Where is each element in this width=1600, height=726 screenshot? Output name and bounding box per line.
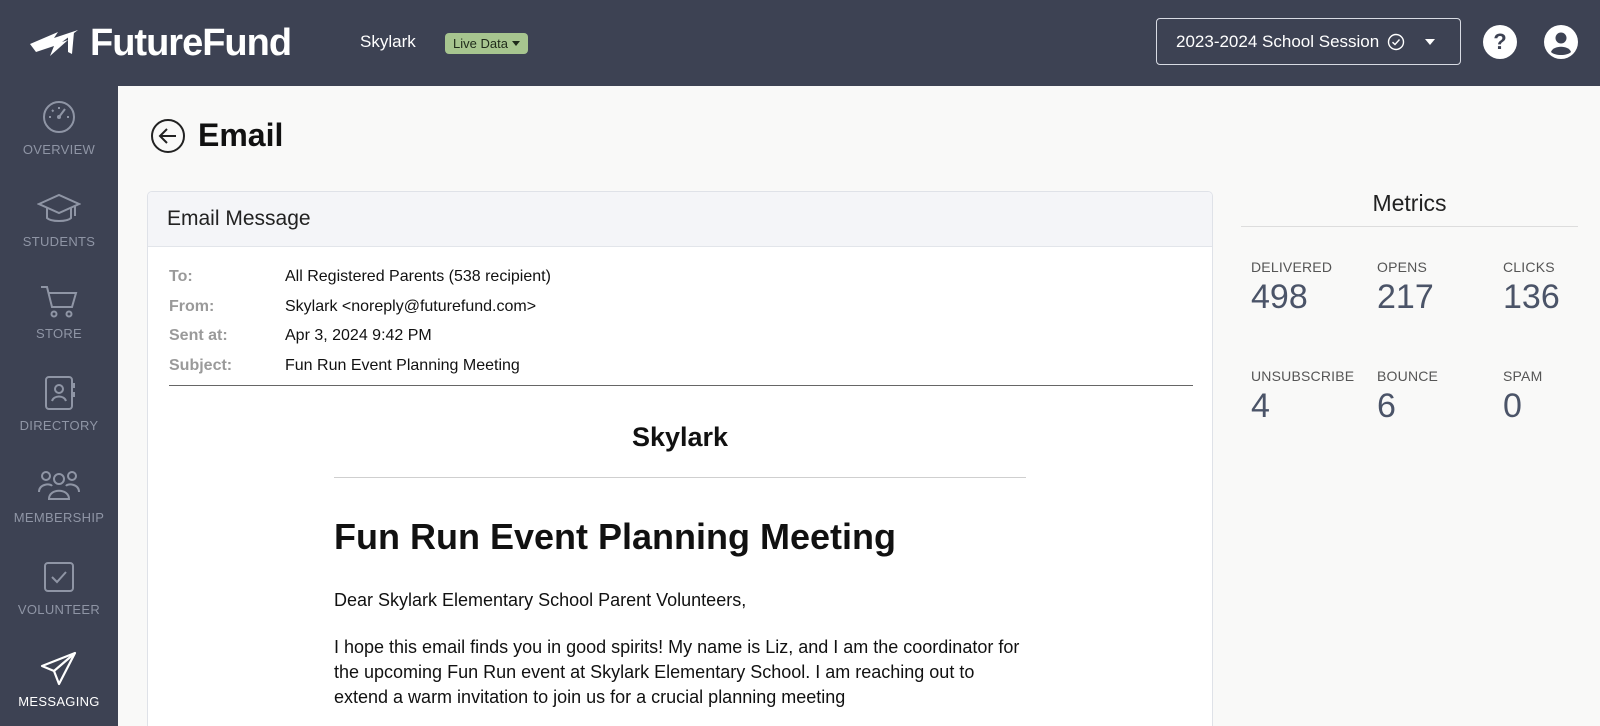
live-data-label: Live Data xyxy=(453,36,508,51)
users-icon xyxy=(38,471,80,500)
cart-icon xyxy=(41,286,78,318)
metric-clicks: CLICKS 136 xyxy=(1503,259,1560,316)
help-icon[interactable]: ? xyxy=(1483,25,1517,59)
chevron-down-icon xyxy=(511,41,520,46)
chevron-down-icon xyxy=(1425,38,1436,45)
futurefund-logo-icon xyxy=(30,29,78,56)
metric-opens: OPENS 217 xyxy=(1377,259,1434,316)
live-data-dropdown[interactable]: Live Data xyxy=(445,33,528,54)
checkbox-icon xyxy=(44,562,74,592)
user-avatar-icon[interactable] xyxy=(1544,25,1578,59)
email-org-heading: Skylark xyxy=(631,422,729,452)
metric-unsubscribe: UNSUBSCRIBE 4 xyxy=(1251,368,1355,425)
sidebar-item-students[interactable]: STUDENTS xyxy=(0,178,118,270)
metrics-title: Metrics xyxy=(1241,190,1578,227)
brand-logo[interactable]: FutureFund xyxy=(28,22,292,65)
page-title: Email xyxy=(198,117,284,153)
paper-plane-icon xyxy=(40,651,77,686)
gauge-icon xyxy=(43,101,75,133)
session-selector[interactable]: 2023-2024 School Session xyxy=(1156,18,1461,65)
session-label: 2023-2024 School Session xyxy=(1176,31,1380,51)
metric-spam: SPAM 0 xyxy=(1503,368,1543,425)
sidebar: OVERVIEW STUDENTS STORE DIRECTORY MEMBER… xyxy=(0,86,118,726)
sidebar-item-overview[interactable]: OVERVIEW xyxy=(0,86,118,178)
email-greeting: Dear Skylark Elementary School Parent Vo… xyxy=(334,590,747,610)
meta-row-sent-at: Sent at: Apr 3, 2024 9:42 PM xyxy=(169,327,432,345)
email-body: Skylark Fun Run Event Planning Meeting D… xyxy=(334,422,1026,710)
card-header: Email Message xyxy=(148,192,1212,247)
email-meta: To: All Registered Parents (538 recipien… xyxy=(169,262,1193,386)
sidebar-item-messaging[interactable]: MESSAGING xyxy=(0,638,118,726)
meta-row-from: From: Skylark <noreply@futurefund.com> xyxy=(169,297,537,315)
email-subject-heading: Fun Run Event Planning Meeting xyxy=(334,516,896,557)
metric-bounce: BOUNCE 6 xyxy=(1377,368,1439,425)
check-circle-icon xyxy=(1388,33,1405,50)
metrics-grid: DELIVERED 498 OPENS 217 CLICKS 136 UNSUB… xyxy=(1241,227,1578,457)
metric-delivered: DELIVERED 498 xyxy=(1251,259,1333,316)
sidebar-item-volunteer[interactable]: VOLUNTEER xyxy=(0,546,118,638)
brand-name: FutureFund xyxy=(90,22,292,64)
metrics-panel: Metrics DELIVERED 498 OPENS 217 CLICKS 1… xyxy=(1241,190,1578,457)
back-arrow-icon[interactable] xyxy=(150,118,186,154)
meta-row-to: To: All Registered Parents (538 recipien… xyxy=(169,267,551,285)
meta-row-subject: Subject: Fun Run Event Planning Meeting xyxy=(169,356,520,374)
page-header: Email xyxy=(150,117,283,154)
sidebar-item-directory[interactable]: DIRECTORY xyxy=(0,362,118,454)
email-divider xyxy=(334,477,1026,478)
contact-book-icon xyxy=(45,376,75,410)
sidebar-item-membership[interactable]: MEMBERSHIP xyxy=(0,454,118,546)
email-paragraph: I hope this email finds you in good spir… xyxy=(334,637,1020,707)
graduation-cap-icon xyxy=(37,193,81,222)
email-message-card: Email Message To: All Registered Parents… xyxy=(147,191,1213,726)
sidebar-item-store[interactable]: STORE xyxy=(0,270,118,362)
top-bar: FutureFund Skylark Live Data 2023-2024 S… xyxy=(0,0,1600,86)
organization-name: Skylark xyxy=(360,32,416,51)
